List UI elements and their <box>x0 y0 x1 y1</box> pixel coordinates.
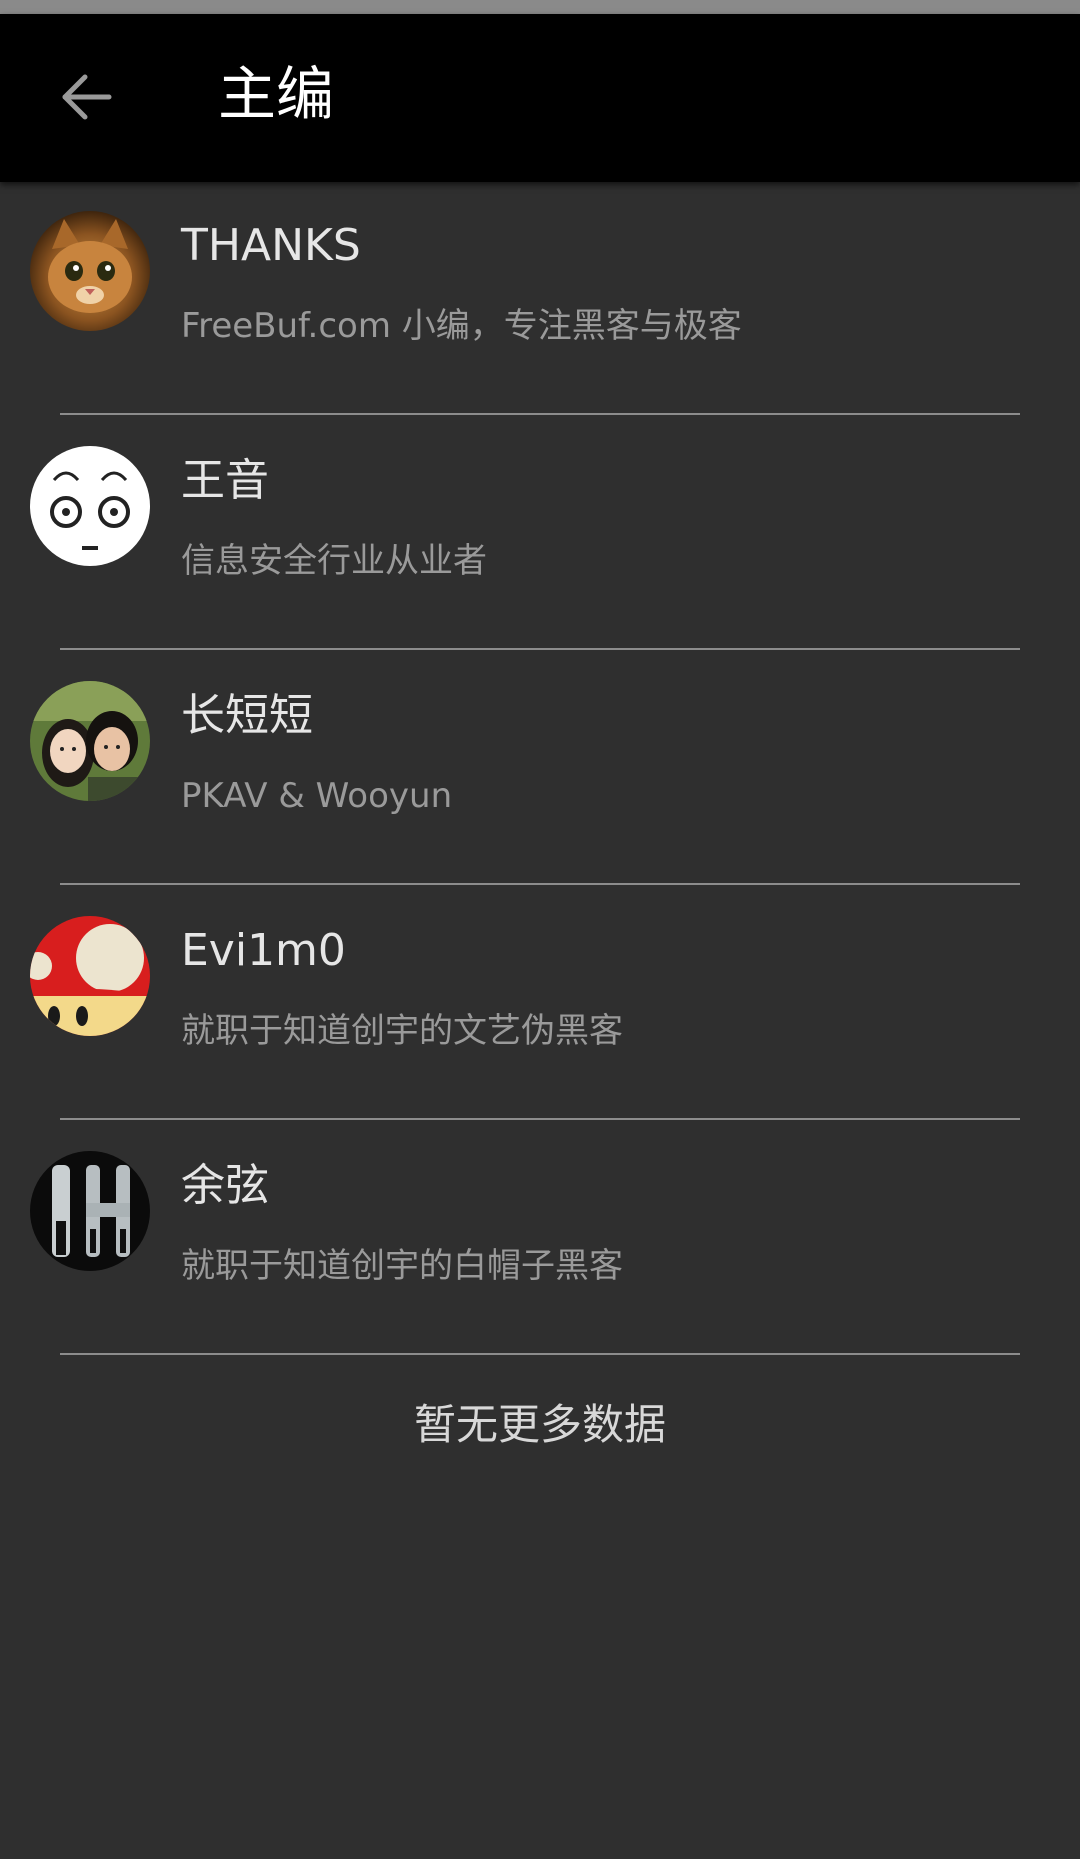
editor-name: 王音 <box>181 455 269 506</box>
list-item[interactable]: 长短短 PKAV & Wooyun <box>0 650 1080 885</box>
dark-logo-avatar <box>30 1151 150 1271</box>
list-item[interactable]: THANKS FreeBuf.com 小编，专注黑客与极客 <box>0 180 1080 415</box>
mushroom-avatar <box>30 916 150 1036</box>
editor-description: FreeBuf.com 小编，专注黑客与极客 <box>181 306 742 346</box>
editor-name: THANKS <box>181 220 361 271</box>
list-item[interactable]: 王音 信息安全行业从业者 <box>0 415 1080 650</box>
editor-description: 就职于知道创宇的白帽子黑客 <box>181 1246 623 1286</box>
editor-description: 信息安全行业从业者 <box>181 541 487 581</box>
app-bar: 主编 <box>0 14 1080 182</box>
list-item[interactable]: Evi1m0 就职于知道创宇的文艺伪黑客 <box>0 885 1080 1120</box>
status-bar <box>0 0 1080 14</box>
couple-photo-avatar <box>30 681 150 801</box>
back-button[interactable] <box>42 54 132 144</box>
no-more-data-label: 暂无更多数据 <box>413 1400 666 1449</box>
editor-name: Evi1m0 <box>181 925 346 976</box>
arrow-left-icon <box>59 69 115 129</box>
face-drawing-avatar <box>30 446 150 566</box>
editor-name: 余弦 <box>181 1160 269 1211</box>
editor-description: 就职于知道创宇的文艺伪黑客 <box>181 1011 623 1051</box>
editor-list: THANKS FreeBuf.com 小编，专注黑客与极客 王音 信息安全行业从… <box>0 180 1080 1355</box>
list-item[interactable]: 余弦 就职于知道创宇的白帽子黑客 <box>0 1120 1080 1355</box>
editor-description: PKAV & Wooyun <box>181 776 453 816</box>
cat-photo-avatar <box>30 211 150 331</box>
editor-name: 长短短 <box>181 690 313 741</box>
divider <box>60 1353 1020 1355</box>
page-title: 主编 <box>218 60 335 128</box>
